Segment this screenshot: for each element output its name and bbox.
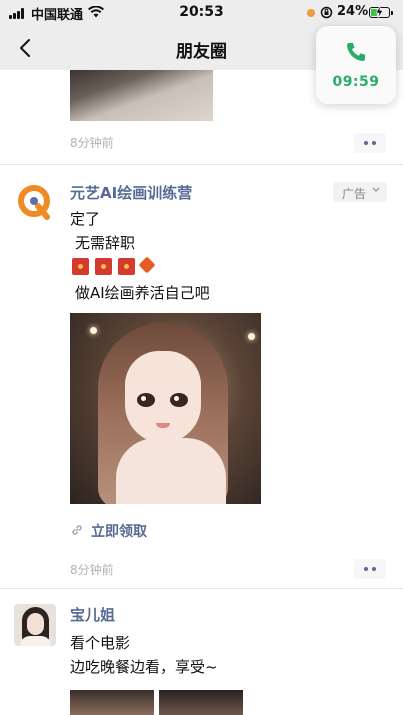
ad-label: 广告	[342, 187, 367, 201]
phone-icon	[347, 43, 365, 61]
ad-text-line: 定了	[70, 210, 101, 228]
ad-text-line: 无需辞职	[75, 234, 136, 252]
battery-percent: 24%	[337, 4, 369, 19]
recording-dot-icon	[307, 9, 315, 17]
claim-now-link[interactable]: 立即领取	[91, 521, 147, 541]
comment-more-button[interactable]	[354, 133, 386, 153]
post-time: 8分钟前	[70, 563, 114, 577]
battery-icon	[369, 6, 393, 18]
ad-avatar-logo[interactable]	[14, 182, 56, 224]
user-author-name[interactable]: 宝儿姐	[70, 604, 115, 625]
moments-screen: 中国联通 20:53 24% 朋友圈 8分钟前 元艺AI绘画训练营 广告 定了 …	[0, 0, 403, 715]
red-envelope-emoji-icon	[118, 258, 135, 275]
red-envelope-emoji-icon	[72, 258, 89, 275]
post-time: 8分钟前	[70, 136, 114, 150]
post-image[interactable]	[159, 690, 243, 715]
link-icon	[72, 525, 82, 535]
comment-more-button[interactable]	[354, 559, 386, 579]
ad-badge[interactable]: 广告	[333, 182, 387, 202]
divider	[0, 164, 403, 165]
orange-diamond-emoji-icon	[138, 256, 156, 274]
rotation-lock-icon	[320, 6, 333, 19]
status-bar: 中国联通 20:53 24%	[0, 0, 403, 26]
chevron-down-icon	[372, 187, 380, 192]
divider	[0, 588, 403, 589]
user-avatar[interactable]	[14, 604, 56, 646]
user-text-line: 边吃晚餐边看，享受~	[70, 658, 218, 676]
call-duration: 09:59	[332, 74, 380, 90]
ad-text-line: 做AI绘画养活自己吧	[75, 284, 210, 302]
ad-post-image[interactable]	[70, 313, 261, 504]
post-image[interactable]	[70, 690, 154, 715]
voice-call-float-window[interactable]: 09:59	[316, 26, 396, 104]
red-envelope-emoji-icon	[95, 258, 112, 275]
ad-author-name[interactable]: 元艺AI绘画训练营	[70, 182, 192, 203]
post-image[interactable]	[70, 70, 213, 121]
user-text-line: 看个电影	[70, 634, 131, 652]
moments-feed[interactable]: 8分钟前 元艺AI绘画训练营 广告 定了 无需辞职 做AI绘画养活自己吧 立即领…	[0, 70, 403, 715]
